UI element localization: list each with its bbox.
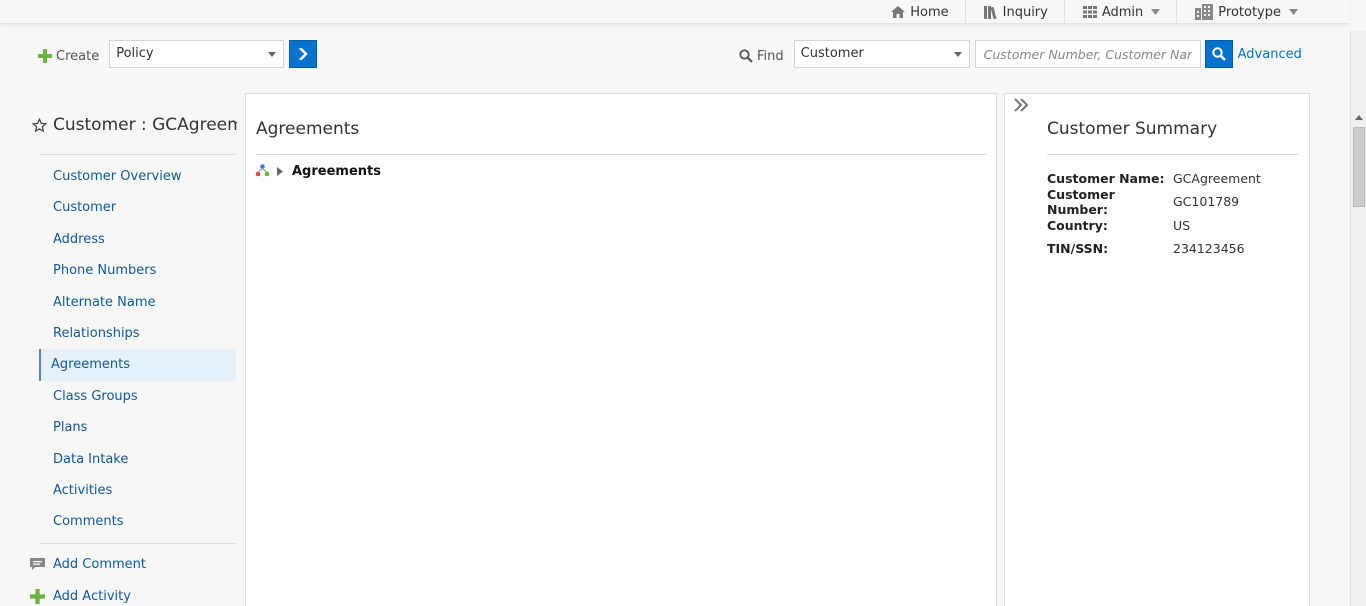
top-bar: Home Inquiry Admin Prototype [0, 0, 1350, 24]
summary-key: Customer Number: [1047, 186, 1115, 217]
star-icon[interactable] [32, 117, 47, 133]
page-title-text: Customer : GCAgreem... [53, 115, 237, 135]
customer-summary-panel: Customer Summary Customer Name: GCAgreem… [1004, 93, 1310, 606]
nav-inquiry-label: Inquiry [1002, 4, 1048, 20]
sidebar-item-phone-numbers[interactable]: Phone Numbers [39, 255, 236, 286]
create-type-select[interactable]: Policy [109, 40, 285, 68]
dropdown-arrow-icon [953, 52, 962, 57]
home-icon [891, 6, 906, 18]
summary-value: GCAgreement [1173, 171, 1261, 187]
find-type-value: Customer [800, 46, 864, 61]
sidebar-item-address[interactable]: Address [39, 224, 236, 255]
agreements-panel: Agreements Agreements [245, 93, 997, 606]
divider [256, 154, 987, 155]
sidebar-item-customer-overview[interactable]: Customer Overview [39, 161, 236, 192]
sidebar-item-class-groups[interactable]: Class Groups [39, 381, 236, 412]
summary-value: US [1173, 217, 1191, 233]
search-icon [1211, 47, 1226, 61]
top-nav: Home Inquiry Admin Prototype [873, 0, 1350, 24]
scroll-up-arrow-icon[interactable] [1355, 115, 1363, 120]
divider [40, 543, 236, 544]
plus-icon [30, 589, 45, 604]
plus-icon [38, 49, 52, 63]
summary-table: Customer Name: GCAgreement Customer Numb… [1047, 167, 1261, 260]
sidebar-item-activities[interactable]: Activities [39, 475, 236, 506]
summary-key: Customer Name: [1047, 171, 1165, 187]
nav-inquiry[interactable]: Inquiry [964, 0, 1064, 24]
page-scrollbar[interactable] [1350, 31, 1366, 606]
tree-node-label: Agreements [292, 163, 381, 179]
chevron-down-icon [1289, 9, 1298, 15]
books-icon [983, 5, 998, 19]
sidebar-item-data-intake[interactable]: Data Intake [39, 444, 236, 475]
find-type-select[interactable]: Customer [793, 40, 970, 68]
comment-icon [30, 558, 45, 571]
add-activity-button[interactable]: Add Activity [30, 589, 131, 604]
search-icon [739, 49, 753, 63]
chevron-down-icon [1151, 9, 1161, 15]
panel-title: Agreements [256, 119, 360, 139]
tree-node-agreements[interactable]: Agreements [255, 161, 381, 181]
summary-key: Country: [1047, 217, 1108, 233]
nav-admin[interactable]: Admin [1063, 0, 1176, 24]
nav-prototype[interactable]: Prototype [1176, 0, 1350, 24]
summary-row: Country: US [1047, 214, 1261, 237]
collapse-icon[interactable] [1013, 98, 1029, 112]
create-toolbar: Create Policy [38, 40, 318, 68]
building-icon [1195, 4, 1214, 20]
sidebar-nav: Customer Overview Customer Address Phone… [39, 161, 236, 538]
sidebar-item-relationships[interactable]: Relationships [39, 318, 236, 349]
hierarchy-icon [255, 164, 270, 178]
sidebar-item-plans[interactable]: Plans [39, 412, 236, 443]
find-label: Find [757, 48, 784, 64]
summary-value: GC101789 [1173, 194, 1240, 210]
search-button[interactable] [1204, 40, 1233, 68]
find-toolbar: Find Customer Advanced [739, 40, 1302, 68]
summary-row: TIN/SSN: 234123456 [1047, 237, 1261, 260]
nav-admin-label: Admin [1101, 4, 1144, 20]
sidebar-item-comments[interactable]: Comments [39, 506, 236, 537]
summary-value: 234123456 [1173, 241, 1245, 257]
summary-key: TIN/SSN: [1047, 241, 1109, 257]
create-button[interactable]: Create [38, 49, 99, 64]
create-label: Create [56, 48, 100, 64]
advanced-link[interactable]: Advanced [1238, 47, 1302, 62]
summary-row: Customer Number: GC101789 [1047, 187, 1261, 217]
summary-title: Customer Summary [1047, 119, 1218, 139]
sidebar-item-customer[interactable]: Customer [39, 192, 236, 223]
grid-icon [1082, 6, 1097, 18]
dropdown-arrow-icon [268, 52, 277, 57]
nav-home-label: Home [910, 4, 949, 20]
sidebar-item-alternate-name[interactable]: Alternate Name [39, 287, 236, 318]
page-title: Customer : GCAgreem... [32, 115, 237, 135]
divider [1047, 154, 1299, 155]
divider [40, 154, 236, 155]
sidebar-item-agreements[interactable]: Agreements [39, 349, 236, 381]
expand-icon[interactable] [277, 166, 283, 176]
nav-home[interactable]: Home [873, 0, 964, 24]
search-input[interactable] [974, 40, 1201, 68]
add-comment-label: Add Comment [53, 557, 146, 572]
scroll-thumb[interactable] [1353, 127, 1365, 207]
find-label-group: Find [739, 49, 784, 64]
add-comment-button[interactable]: Add Comment [30, 557, 146, 572]
create-type-value: Policy [116, 46, 154, 61]
add-activity-label: Add Activity [53, 589, 131, 604]
chevron-right-icon [299, 48, 309, 60]
nav-prototype-label: Prototype [1218, 4, 1281, 20]
create-go-button[interactable] [289, 40, 318, 68]
